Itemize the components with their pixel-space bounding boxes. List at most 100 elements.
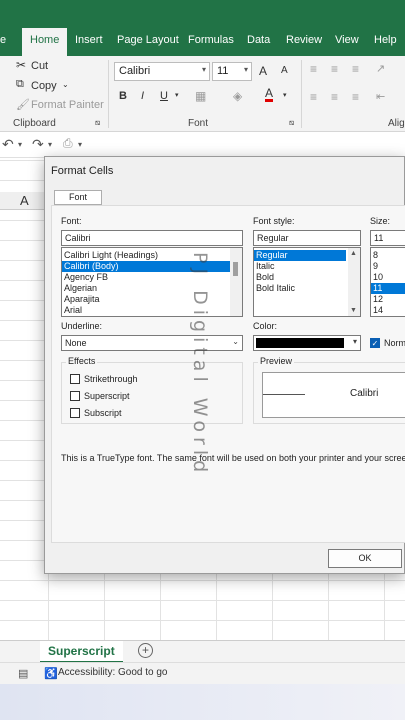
font-label: Font:: [61, 216, 82, 226]
quick-access-bar: ↶ ▾ ↷ ▾ ⎙ ▾: [0, 132, 405, 158]
list-item[interactable]: Italic: [254, 261, 360, 272]
tab-insert[interactable]: Insert: [75, 34, 103, 46]
dialog-title: Format Cells: [51, 165, 114, 177]
list-item[interactable]: 12: [371, 294, 405, 305]
status-bar: ▤ ♿ Accessibility: Good to go: [0, 662, 405, 684]
chevron-down-icon[interactable]: ▾: [175, 91, 179, 99]
print-preview-icon[interactable]: ⎙: [63, 136, 73, 151]
font-input[interactable]: Calibri: [61, 230, 243, 246]
tab-formulas[interactable]: Formulas: [188, 34, 234, 46]
tab-view[interactable]: View: [335, 34, 359, 46]
chevron-down-icon: ▾: [201, 65, 206, 74]
list-item[interactable]: Aparajita: [62, 294, 242, 305]
bold-button[interactable]: B: [119, 90, 127, 102]
tab-home[interactable]: Home: [22, 28, 68, 56]
undo-icon[interactable]: ↶: [2, 136, 14, 153]
watermark-text: PJ Digital World: [189, 252, 211, 478]
list-item[interactable]: Bold Italic: [254, 283, 360, 294]
list-item[interactable]: 14: [371, 305, 405, 316]
font-launcher-icon[interactable]: ⧅: [289, 118, 294, 128]
chevron-down-icon[interactable]: ▾: [48, 140, 52, 149]
superscript-label[interactable]: Superscript: [84, 391, 130, 401]
list-item[interactable]: Arial: [62, 305, 242, 316]
tab-font[interactable]: Font: [54, 190, 102, 205]
list-item[interactable]: Agency FB: [62, 272, 242, 283]
size-list[interactable]: 8 9 10 11 12 14: [370, 247, 405, 317]
align-right-icon[interactable]: ≡: [352, 90, 359, 104]
list-item[interactable]: 9: [371, 261, 405, 272]
normal-font-label: Norm: [384, 338, 405, 348]
fill-color-icon[interactable]: ◈: [233, 89, 242, 103]
copy-button[interactable]: Copy: [31, 80, 57, 92]
format-painter-button[interactable]: Format Painter: [31, 99, 104, 111]
color-swatch: [256, 338, 344, 348]
list-item[interactable]: 8: [371, 250, 405, 261]
italic-button[interactable]: I: [141, 90, 144, 102]
redo-icon[interactable]: ↷: [32, 136, 44, 153]
color-picker[interactable]: ▾: [253, 335, 361, 351]
align-bottom-icon[interactable]: ≡: [352, 62, 359, 76]
size-label: Size:: [370, 216, 391, 226]
list-item[interactable]: Calibri Light (Headings): [62, 250, 242, 261]
font-size-combo[interactable]: 11 ▾: [212, 62, 252, 81]
align-left-icon[interactable]: ≡: [310, 90, 317, 104]
accessibility-status[interactable]: Accessibility: Good to go: [58, 667, 168, 678]
tab-file[interactable]: e: [0, 34, 6, 46]
scroll-down-icon[interactable]: ▼: [350, 307, 357, 314]
accessibility-icon[interactable]: ♿: [44, 667, 58, 680]
list-item-selected[interactable]: Regular: [254, 250, 346, 261]
font-color-icon[interactable]: A: [265, 87, 274, 102]
sheet-tab-bar: Superscript +: [0, 640, 405, 663]
copy-dropdown-icon[interactable]: ⌄: [62, 80, 69, 89]
chevron-down-icon[interactable]: ▾: [78, 140, 82, 149]
clipboard-launcher-icon[interactable]: ⧅: [95, 118, 100, 128]
tab-help[interactable]: Help: [374, 34, 397, 46]
underline-value: None: [65, 338, 87, 348]
align-center-icon[interactable]: ≡: [331, 90, 338, 104]
normal-font-checkbox[interactable]: ✓: [370, 338, 380, 348]
chevron-down-icon[interactable]: ▾: [283, 91, 287, 99]
list-item[interactable]: 10: [371, 272, 405, 283]
chevron-down-icon[interactable]: ▾: [18, 140, 22, 149]
scroll-up-icon[interactable]: ▲: [350, 250, 357, 257]
ribbon-tab-bar: e Home Insert Page Layout Formulas Data …: [0, 0, 405, 56]
indent-icon[interactable]: ⇤: [376, 90, 385, 103]
underline-select[interactable]: None ⌄: [61, 335, 243, 351]
superscript-checkbox[interactable]: [70, 391, 80, 401]
font-size-value: 11: [217, 65, 229, 77]
font-style-scrollbar[interactable]: ▲ ▼: [348, 248, 360, 316]
grow-font-button[interactable]: A: [259, 64, 267, 78]
tab-review[interactable]: Review: [286, 34, 322, 46]
strikethrough-label[interactable]: Strikethrough: [84, 374, 138, 384]
tab-data[interactable]: Data: [247, 34, 270, 46]
ok-button[interactable]: OK: [328, 549, 402, 568]
font-name-combo[interactable]: Calibri ▾: [114, 62, 210, 81]
cut-button[interactable]: Cut: [31, 60, 48, 72]
list-item-selected[interactable]: 11: [371, 283, 405, 294]
column-header-a[interactable]: A: [20, 193, 29, 208]
size-input[interactable]: 11: [370, 230, 405, 246]
list-item[interactable]: Algerian: [62, 283, 242, 294]
subscript-checkbox[interactable]: [70, 408, 80, 418]
align-middle-icon[interactable]: ≡: [331, 62, 338, 76]
add-sheet-button[interactable]: +: [138, 643, 153, 658]
orientation-icon[interactable]: ↗: [376, 62, 385, 75]
align-top-icon[interactable]: ≡: [310, 62, 317, 76]
effects-label: Effects: [66, 356, 98, 366]
underline-label: Underline:: [61, 321, 103, 331]
shrink-font-button[interactable]: A: [281, 65, 288, 76]
subscript-label[interactable]: Subscript: [84, 408, 122, 418]
font-list-scrollbar[interactable]: [230, 248, 242, 316]
font-style-input[interactable]: Regular: [253, 230, 361, 246]
underline-button[interactable]: U: [160, 90, 168, 102]
font-group-label: Font: [188, 118, 209, 129]
scroll-thumb[interactable]: [233, 262, 238, 276]
borders-icon[interactable]: ▦: [195, 89, 206, 103]
sheet-tab-superscript[interactable]: Superscript: [40, 641, 123, 663]
font-list[interactable]: Calibri Light (Headings) Calibri (Body) …: [61, 247, 243, 317]
strikethrough-checkbox[interactable]: [70, 374, 80, 384]
font-style-list[interactable]: Regular Italic Bold Bold Italic ▲ ▼: [253, 247, 361, 317]
list-item[interactable]: Bold: [254, 272, 360, 283]
preview-box: Calibri: [262, 372, 405, 418]
tab-page-layout[interactable]: Page Layout: [117, 34, 179, 46]
